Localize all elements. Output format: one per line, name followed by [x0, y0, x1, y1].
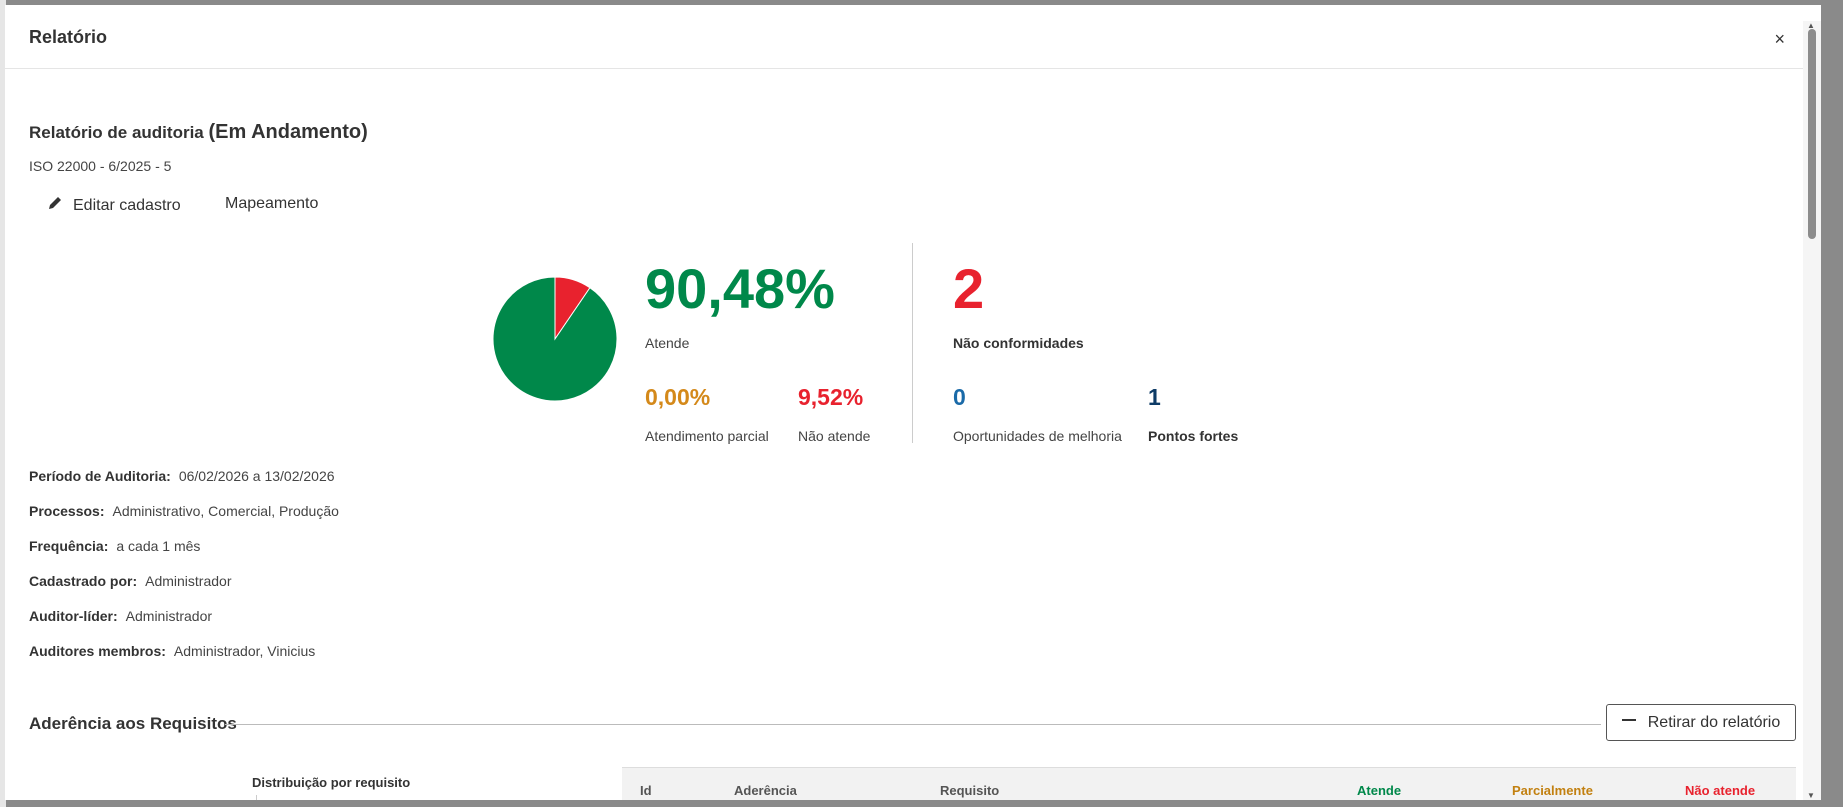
column-header-adherence[interactable]: Aderência: [734, 783, 797, 798]
info-row-registered-by: Cadastrado por: Administrador: [29, 573, 232, 589]
report-modal: Relatório × Relatório de auditoria (Em A…: [5, 5, 1821, 800]
scrollbar-thumb[interactable]: [1808, 29, 1816, 239]
column-header-atende[interactable]: Atende: [1357, 783, 1401, 798]
column-header-requirement[interactable]: Requisito: [940, 783, 999, 798]
column-header-partial[interactable]: Parcialmente: [1512, 783, 1593, 798]
minus-icon: [1621, 713, 1636, 732]
info-row-member-auditors: Auditores membros: Administrador, Viniciu…: [29, 643, 315, 659]
section-divider: [225, 724, 1601, 725]
close-button[interactable]: ×: [1774, 29, 1785, 50]
mapping-button[interactable]: Mapeamento: [225, 195, 318, 213]
info-label: Período de Auditoria:: [29, 468, 171, 484]
metrics-divider: [912, 243, 913, 443]
report-status: (Em Andamento): [208, 121, 368, 143]
info-value: Administrador: [145, 573, 232, 589]
scroll-up-icon[interactable]: ▲: [1807, 21, 1815, 30]
scroll-down-icon[interactable]: ▼: [1807, 791, 1815, 800]
pie-slice-atende: [492, 276, 618, 402]
atende-label: Atende: [645, 335, 690, 351]
nao-atende-percentage: 9,52%: [798, 384, 864, 410]
info-label: Cadastrado por:: [29, 573, 138, 589]
improvement-opportunities-label: Oportunidades de melhoria: [953, 428, 1122, 444]
report-title: Relatório de auditoria (Em Andamento): [29, 121, 368, 144]
info-label: Frequência:: [29, 538, 109, 554]
info-row-processes: Processos: Administrativo, Comercial, Pro…: [29, 503, 339, 519]
report-title-text: Relatório de auditoria: [29, 123, 204, 142]
parcial-label: Atendimento parcial: [645, 428, 769, 444]
atende-percentage: 90,48%: [645, 257, 835, 320]
info-label: Auditor-líder:: [29, 608, 118, 624]
vertical-scrollbar[interactable]: ▲ ▼: [1803, 21, 1821, 800]
nao-atende-label: Não atende: [798, 428, 871, 444]
remove-from-report-button[interactable]: Retirar do relatório: [1606, 704, 1796, 741]
report-subtitle: ISO 22000 - 6/2025 - 5: [29, 158, 172, 174]
info-value: 06/02/2026 a 13/02/2026: [178, 468, 335, 484]
info-row-period: Período de Auditoria: 06/02/2026 a 13/02/…: [29, 468, 335, 484]
modal-header: Relatório ×: [5, 5, 1821, 69]
column-header-id[interactable]: Id: [640, 783, 652, 798]
non-conformities-count: 2: [953, 257, 985, 320]
info-value: Administrador, Vinicius: [173, 643, 316, 659]
non-conformities-label: Não conformidades: [953, 335, 1084, 351]
edit-registration-button[interactable]: Editar cadastro: [47, 195, 181, 216]
pencil-icon: [47, 195, 63, 216]
info-value: Administrativo, Comercial, Produção: [112, 503, 339, 519]
mapping-label: Mapeamento: [225, 195, 319, 212]
distribution-border: [256, 795, 257, 800]
strengths-count: 1: [1148, 384, 1161, 410]
info-row-lead-auditor: Auditor-líder: Administrador: [29, 608, 212, 624]
edit-registration-label: Editar cadastro: [73, 196, 181, 214]
distribution-label: Distribuição por requisito: [252, 775, 411, 790]
modal-title: Relatório: [29, 27, 108, 47]
requirements-table-header: Id Aderência Requisito Atende Parcialmen…: [622, 767, 1796, 800]
strengths-label: Pontos fortes: [1148, 428, 1239, 444]
info-label: Processos:: [29, 503, 105, 519]
improvement-opportunities-count: 0: [953, 384, 966, 410]
adherence-section-title: Aderência aos Requisitos: [29, 714, 237, 733]
adherence-pie-chart: [492, 276, 618, 402]
info-value: a cada 1 mês: [116, 538, 201, 554]
remove-from-report-label: Retirar do relatório: [1647, 713, 1781, 731]
column-header-nao-atende[interactable]: Não atende: [1685, 783, 1755, 798]
info-row-frequency: Frequência: a cada 1 mês: [29, 538, 200, 554]
parcial-percentage: 0,00%: [645, 384, 711, 410]
info-label: Auditores membros:: [29, 643, 166, 659]
info-value: Administrador: [125, 608, 213, 624]
